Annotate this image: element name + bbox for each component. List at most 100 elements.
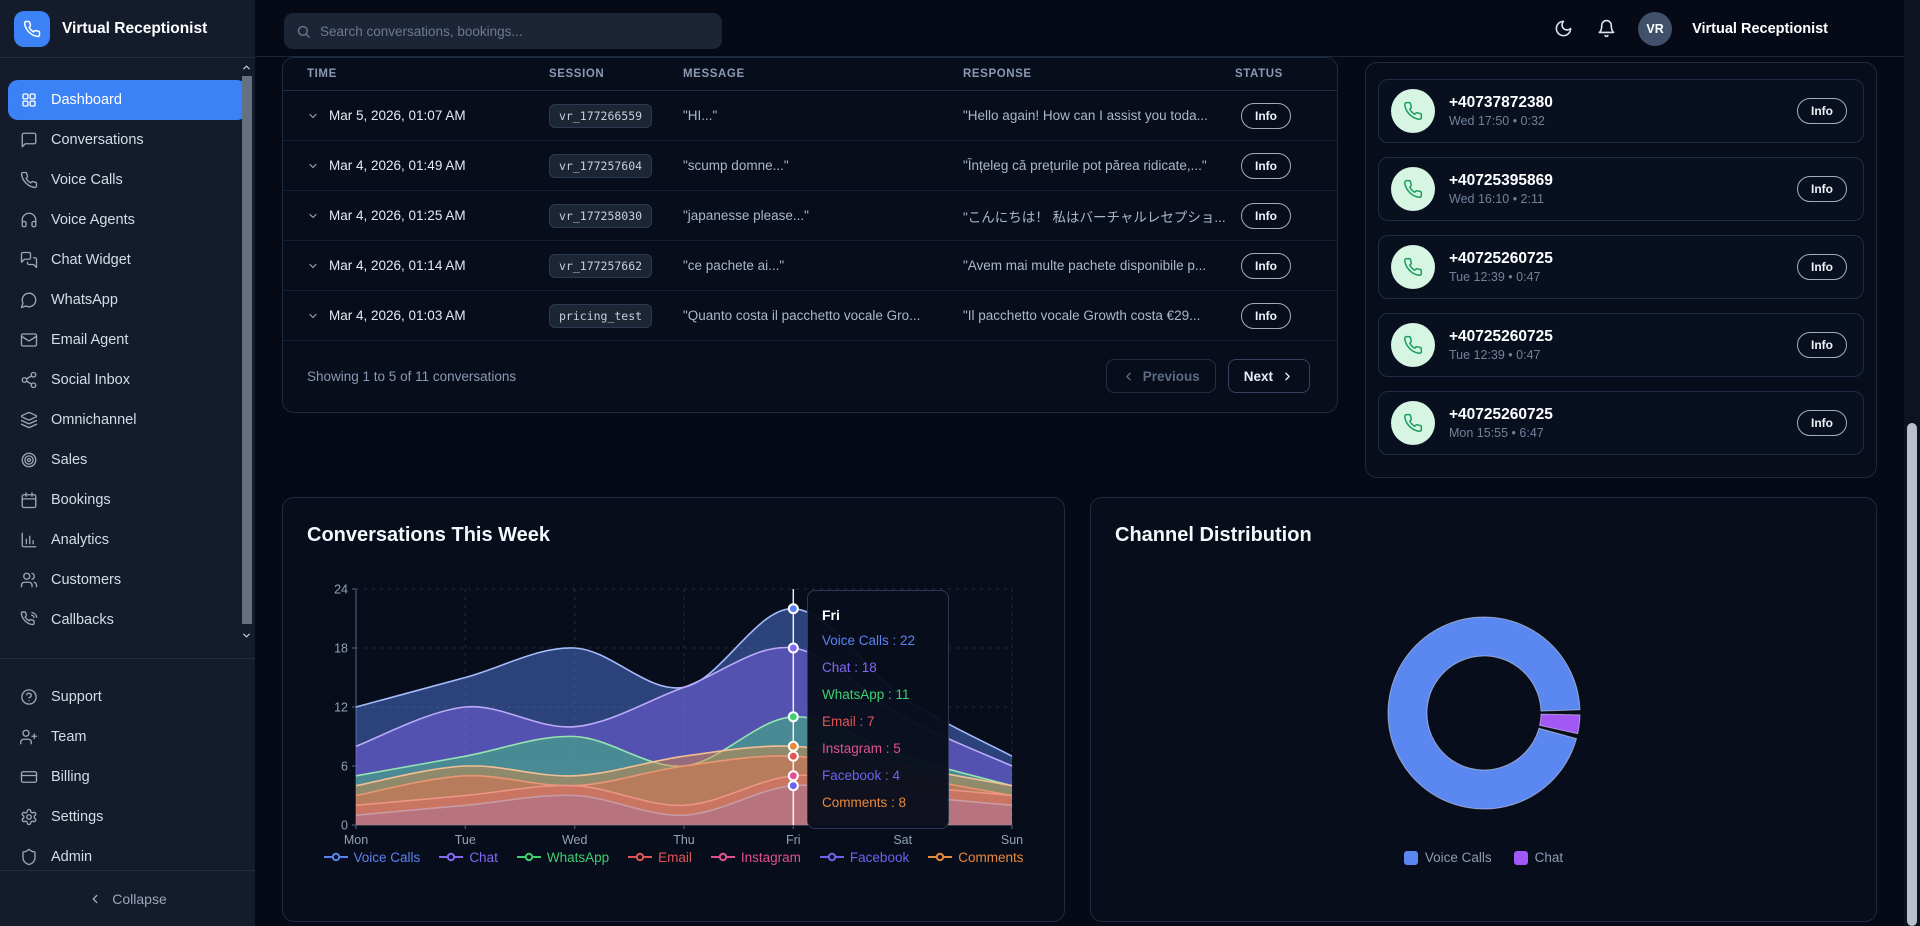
svg-text:18: 18: [334, 642, 348, 656]
sidebar-item-support[interactable]: Support: [8, 677, 247, 717]
sidebar-nav-main: Dashboard Conversations Voice CallsVoice A…: [0, 58, 255, 640]
call-info-button[interactable]: Info: [1797, 332, 1847, 358]
row-info-button[interactable]: Info: [1241, 203, 1291, 229]
row-response: "Il pacchetto vocale Growth costa €29...: [963, 308, 1235, 323]
row-info-button[interactable]: Info: [1241, 153, 1291, 179]
sidebar-item-sales[interactable]: Sales: [8, 440, 247, 480]
page-scrollbar-thumb[interactable]: [1907, 423, 1917, 926]
expand-row-chevron-icon[interactable]: [307, 260, 319, 272]
sidebar-item-omnichannel[interactable]: Omnichannel: [8, 400, 247, 440]
previous-page-button[interactable]: Previous: [1106, 359, 1216, 393]
collapse-sidebar-button[interactable]: Collapse: [88, 891, 166, 907]
phone-call-icon: [1391, 89, 1435, 133]
svg-text:Thu: Thu: [673, 833, 695, 847]
sidebar-item-label: Team: [51, 729, 86, 745]
sidebar-item-email-agent[interactable]: Email Agent: [8, 320, 247, 360]
row-time: Mar 4, 2026, 01:03 AM: [329, 308, 466, 323]
legend-item-chat[interactable]: Chat: [439, 850, 498, 865]
scroll-up-icon[interactable]: [241, 62, 252, 73]
legend-line-marker-icon: [517, 850, 541, 865]
call-info-button[interactable]: Info: [1797, 254, 1847, 280]
expand-row-chevron-icon[interactable]: [307, 210, 319, 222]
legend-item-voice-calls[interactable]: Voice Calls: [324, 850, 421, 865]
pagination-controls: Previous Next: [1106, 359, 1310, 393]
user-name: Virtual Receptionist: [1692, 21, 1828, 37]
expand-row-chevron-icon[interactable]: [307, 310, 319, 322]
sidebar-item-social-inbox[interactable]: Social Inbox: [8, 360, 247, 400]
conversation-row[interactable]: Mar 4, 2026, 01:25 AMvr_177258030"japane…: [283, 191, 1337, 241]
sidebar-scrollbar-thumb[interactable]: [242, 76, 252, 624]
sidebar-scrollbar[interactable]: [241, 60, 253, 646]
sidebar-item-voice-calls[interactable]: Voice Calls: [8, 160, 247, 200]
conversation-row[interactable]: Mar 4, 2026, 01:14 AMvr_177257662"ce pac…: [283, 241, 1337, 291]
legend-swatch: [1404, 851, 1418, 865]
page-scrollbar[interactable]: [1904, 0, 1920, 926]
expand-row-chevron-icon[interactable]: [307, 160, 319, 172]
column-header-session: SESSION: [549, 68, 683, 80]
sidebar-item-label: Dashboard: [51, 92, 122, 108]
call-info-button[interactable]: Info: [1797, 410, 1847, 436]
row-info-button[interactable]: Info: [1241, 253, 1291, 279]
legend-item-comments[interactable]: Comments: [928, 850, 1023, 865]
legend-item-email[interactable]: Email: [628, 850, 692, 865]
call-meta: Wed 17:50 • 0:32: [1449, 113, 1553, 130]
email-icon: [20, 331, 38, 349]
theme-toggle-button[interactable]: [1552, 17, 1575, 40]
call-info-button[interactable]: Info: [1797, 176, 1847, 202]
legend-item-instagram[interactable]: Instagram: [711, 850, 801, 865]
sidebar-item-billing[interactable]: Billing: [8, 757, 247, 797]
sidebar-item-settings[interactable]: Settings: [8, 797, 247, 837]
notifications-button[interactable]: [1595, 17, 1618, 40]
brand-title: Virtual Receptionist: [62, 20, 207, 38]
sidebar-item-label: Bookings: [51, 492, 111, 508]
row-info-button[interactable]: Info: [1241, 103, 1291, 129]
expand-row-chevron-icon[interactable]: [307, 110, 319, 122]
donut-legend-item-voice-calls[interactable]: Voice Calls: [1404, 850, 1492, 865]
call-info-button[interactable]: Info: [1797, 98, 1847, 124]
user-plus-icon: [20, 728, 38, 746]
sidebar-item-customers[interactable]: Customers: [8, 560, 247, 600]
sidebar-item-whatsapp[interactable]: WhatsApp: [8, 280, 247, 320]
sidebar-item-team[interactable]: Team: [8, 717, 247, 757]
legend-label: Voice Calls: [1425, 850, 1492, 865]
scroll-down-icon[interactable]: [241, 630, 252, 641]
tooltip-entry: Facebook : 4: [822, 762, 934, 789]
legend-item-whatsapp[interactable]: WhatsApp: [517, 850, 609, 865]
sidebar-item-label: Conversations: [51, 132, 144, 148]
conversation-row[interactable]: Mar 4, 2026, 01:49 AMvr_177257604"scump …: [283, 141, 1337, 191]
sidebar-item-label: Social Inbox: [51, 372, 130, 388]
row-time: Mar 4, 2026, 01:49 AM: [329, 158, 466, 173]
users-icon: [20, 571, 38, 589]
sidebar-item-conversations[interactable]: Conversations: [8, 120, 247, 160]
call-phone-number: +40725260725: [1449, 327, 1553, 347]
legend-label: Facebook: [850, 850, 909, 865]
conversation-row[interactable]: Mar 4, 2026, 01:03 AMpricing_test"Quanto…: [283, 291, 1337, 341]
svg-text:6: 6: [341, 760, 348, 774]
table-footer: Showing 1 to 5 of 11 conversations Previ…: [283, 358, 1337, 394]
sidebar-item-dashboard[interactable]: Dashboard: [8, 80, 247, 120]
table-body: Mar 5, 2026, 01:07 AMvr_177266559"HI..."…: [283, 91, 1337, 341]
channel-donut-chart[interactable]: [1369, 598, 1599, 828]
legend-line-marker-icon: [439, 850, 463, 865]
avatar[interactable]: VR: [1638, 12, 1672, 46]
legend-item-facebook[interactable]: Facebook: [820, 850, 909, 865]
shield-icon: [20, 848, 38, 866]
row-info-button[interactable]: Info: [1241, 303, 1291, 329]
legend-line-marker-icon: [820, 850, 844, 865]
sidebar-item-bookings[interactable]: Bookings: [8, 480, 247, 520]
sidebar-item-voice-agents[interactable]: Voice Agents: [8, 200, 247, 240]
sidebar-item-analytics[interactable]: Analytics: [8, 520, 247, 560]
conversation-row[interactable]: Mar 5, 2026, 01:07 AMvr_177266559"HI..."…: [283, 91, 1337, 141]
svg-text:24: 24: [334, 583, 348, 597]
legend-line-marker-icon: [628, 850, 652, 865]
sidebar-item-chat-widget[interactable]: Chat Widget: [8, 240, 247, 280]
tooltip-category: Fri: [822, 603, 934, 627]
search-input[interactable]: [320, 24, 710, 39]
next-page-button[interactable]: Next: [1228, 359, 1310, 393]
sidebar-header: Virtual Receptionist: [0, 0, 255, 58]
legend-label: Comments: [958, 850, 1023, 865]
tooltip-entry: Voice Calls : 22: [822, 627, 934, 654]
donut-legend-item-chat[interactable]: Chat: [1514, 850, 1564, 865]
sidebar-item-callbacks[interactable]: Callbacks: [8, 600, 247, 640]
call-list-item: +40725260725Tue 12:39 • 0:47Info: [1378, 313, 1864, 377]
